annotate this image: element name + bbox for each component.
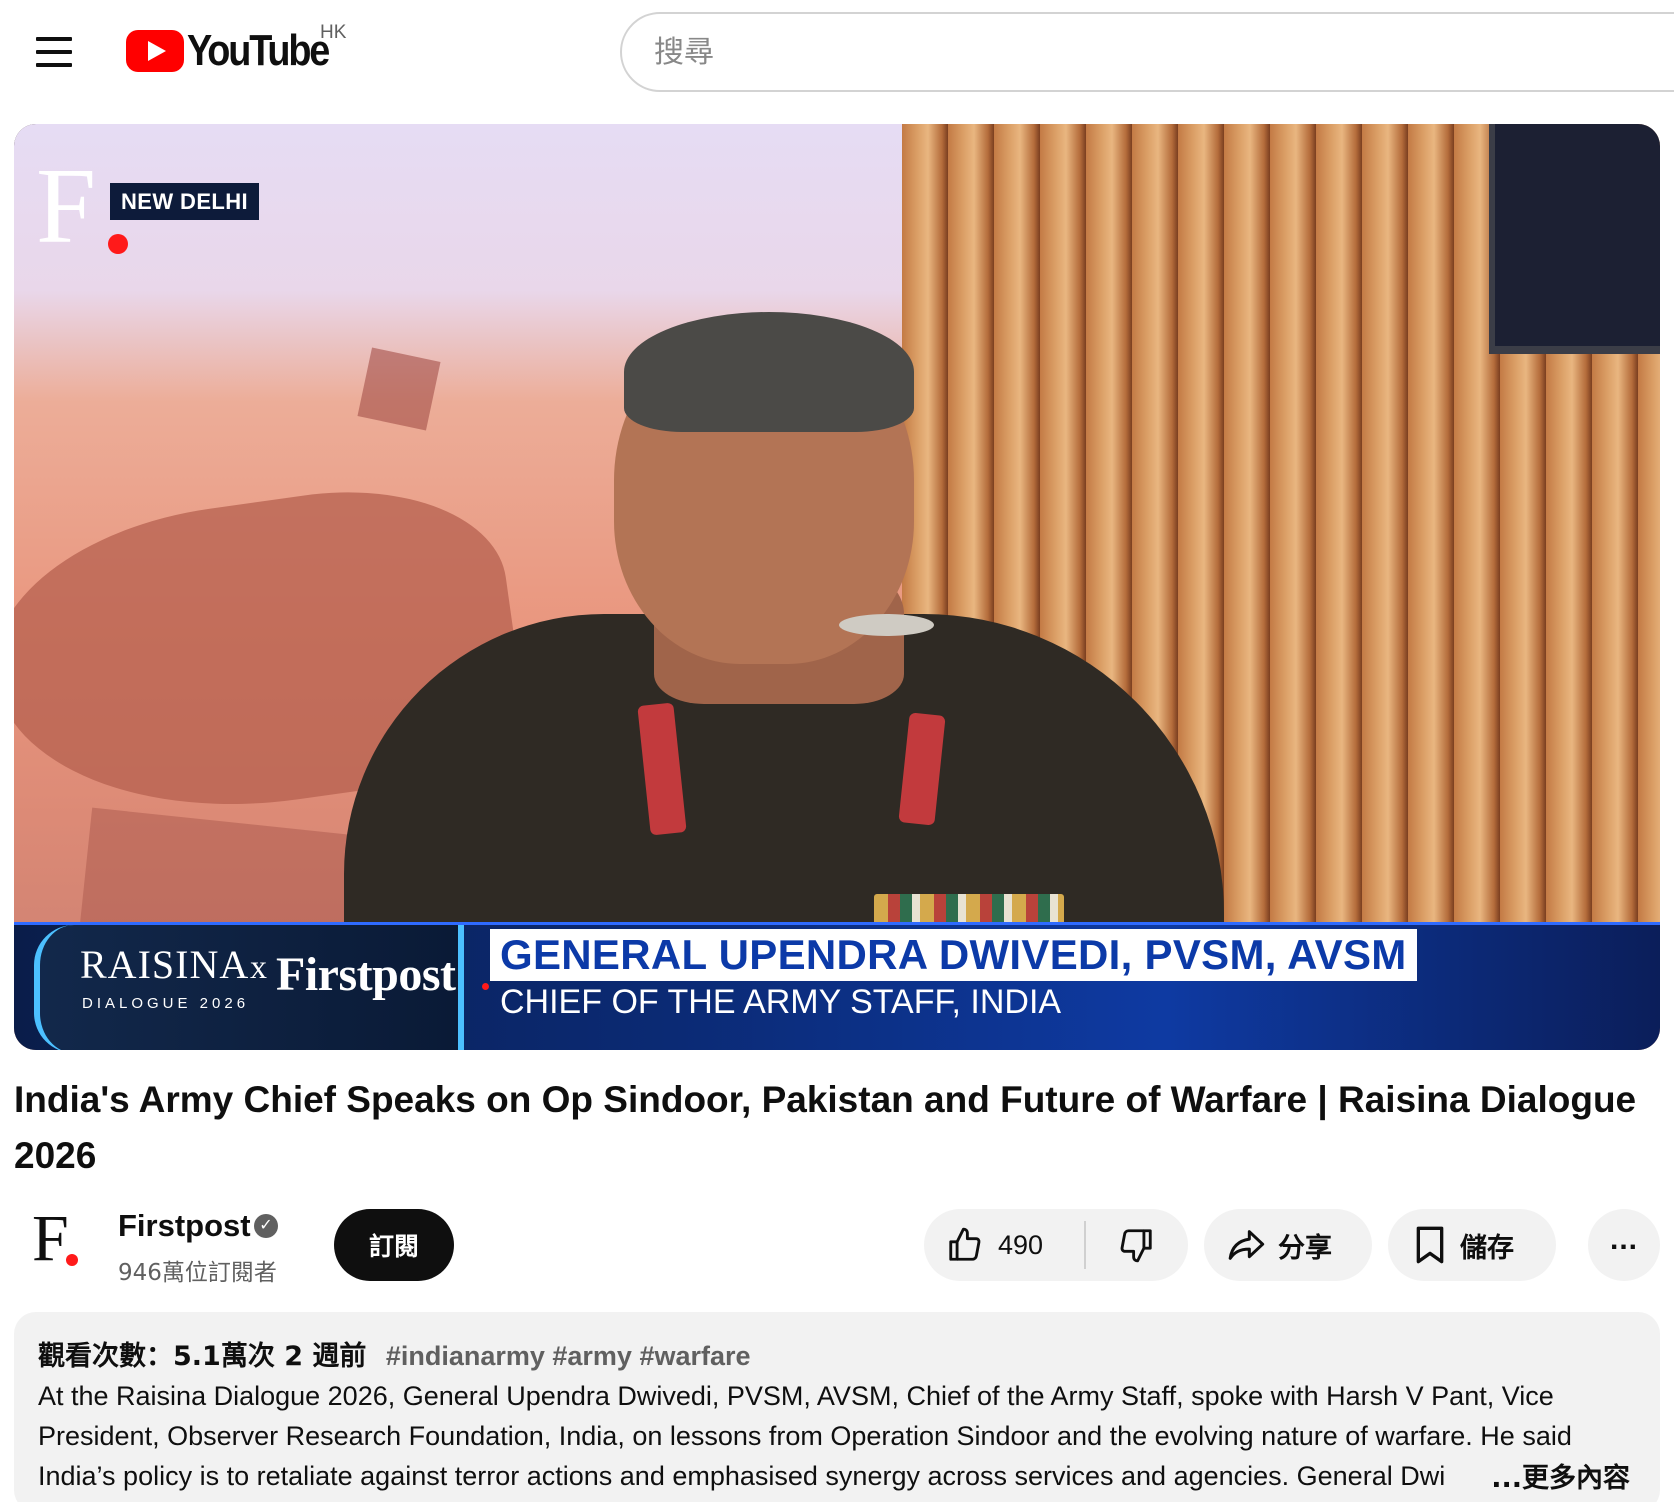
logo-red-dot [108, 234, 128, 254]
avatar-red-dot [66, 1254, 78, 1266]
share-icon [1228, 1230, 1265, 1260]
search-box[interactable] [620, 12, 1674, 92]
description-meta: 觀看次數：5.1萬次 2 週前 #indianarmy #army #warfa… [38, 1334, 751, 1373]
dislike-button[interactable] [1086, 1209, 1186, 1281]
speaker-hair [624, 312, 914, 432]
masthead: YouTube HK [0, 0, 1674, 116]
firstpost-dot [482, 983, 489, 990]
description-text: At the Raisina Dialogue 2026, General Up… [38, 1381, 1572, 1491]
video-player[interactable]: F NEW DELHI RAISINA DIALOGUE 2026 x Firs… [14, 124, 1660, 1050]
speaker-name-caption: GENERAL UPENDRA DWIVEDI, PVSM, AVSM [490, 929, 1417, 981]
subscriber-count: 946萬位訂閱者 [118, 1260, 277, 1286]
description-box[interactable]: 觀看次數：5.1萬次 2 週前 #indianarmy #army #warfa… [14, 1312, 1660, 1502]
firstpost-overlay-logo: F [36, 153, 128, 261]
more-icon: ... [1609, 1223, 1638, 1256]
video-title: India's Army Chief Speaks on Op Sindoor,… [14, 1079, 1637, 1176]
raisina-wordmark: RAISINA [80, 942, 250, 987]
like-button[interactable]: 490 [924, 1209, 1084, 1281]
speaker-mustache [839, 614, 934, 636]
speaker-role-caption: CHIEF OF THE ARMY STAFF, INDIA [500, 983, 1062, 1021]
channel-name-link[interactable]: Firstpost [118, 1208, 251, 1244]
save-button[interactable]: 儲存 [1388, 1209, 1556, 1281]
collab-x: x [250, 949, 267, 986]
event-brand-box: RAISINA DIALOGUE 2026 x Firstpost [34, 925, 489, 1050]
logo-wordmark: YouTube [187, 26, 330, 75]
wall-screen [1489, 124, 1660, 354]
share-button[interactable]: 分享 [1204, 1209, 1372, 1281]
subscribe-button[interactable]: 訂閱 [334, 1209, 454, 1281]
show-more-link[interactable]: ...更多內容 [1445, 1456, 1630, 1495]
firstpost-wordmark: Firstpost [276, 948, 456, 1001]
youtube-logo[interactable]: YouTube [126, 26, 351, 76]
youtube-play-icon [126, 30, 184, 72]
location-badge: NEW DELHI [110, 183, 260, 220]
youtube-watch-page: YouTube HK F NEW DELHI RAISINA [0, 0, 1674, 1502]
more-actions-button[interactable]: ... [1588, 1209, 1660, 1281]
dialogue-year: DIALOGUE 2026 [82, 995, 250, 1012]
bookmark-icon [1416, 1226, 1444, 1264]
thumbs-up-icon [949, 1227, 981, 1261]
verified-badge-icon: ✓ [254, 1214, 278, 1238]
channel-avatar[interactable]: F [26, 1204, 90, 1274]
search-input[interactable] [654, 28, 1554, 76]
views-and-date: 觀看次數：5.1萬次 2 週前 [38, 1341, 367, 1372]
save-label: 儲存 [1460, 1232, 1514, 1264]
like-dislike-group: 490 [924, 1209, 1188, 1281]
menu-icon[interactable] [24, 24, 84, 80]
share-label: 分享 [1278, 1232, 1332, 1264]
lower-third-banner: RAISINA DIALOGUE 2026 x Firstpost GENERA… [14, 922, 1660, 1050]
region-code: HK [320, 22, 347, 43]
like-count: 490 [998, 1229, 1044, 1260]
backdrop-shape [357, 347, 441, 431]
hashtags[interactable]: #indianarmy #army #warfare [386, 1341, 751, 1371]
thumbs-down-icon [1120, 1229, 1152, 1263]
